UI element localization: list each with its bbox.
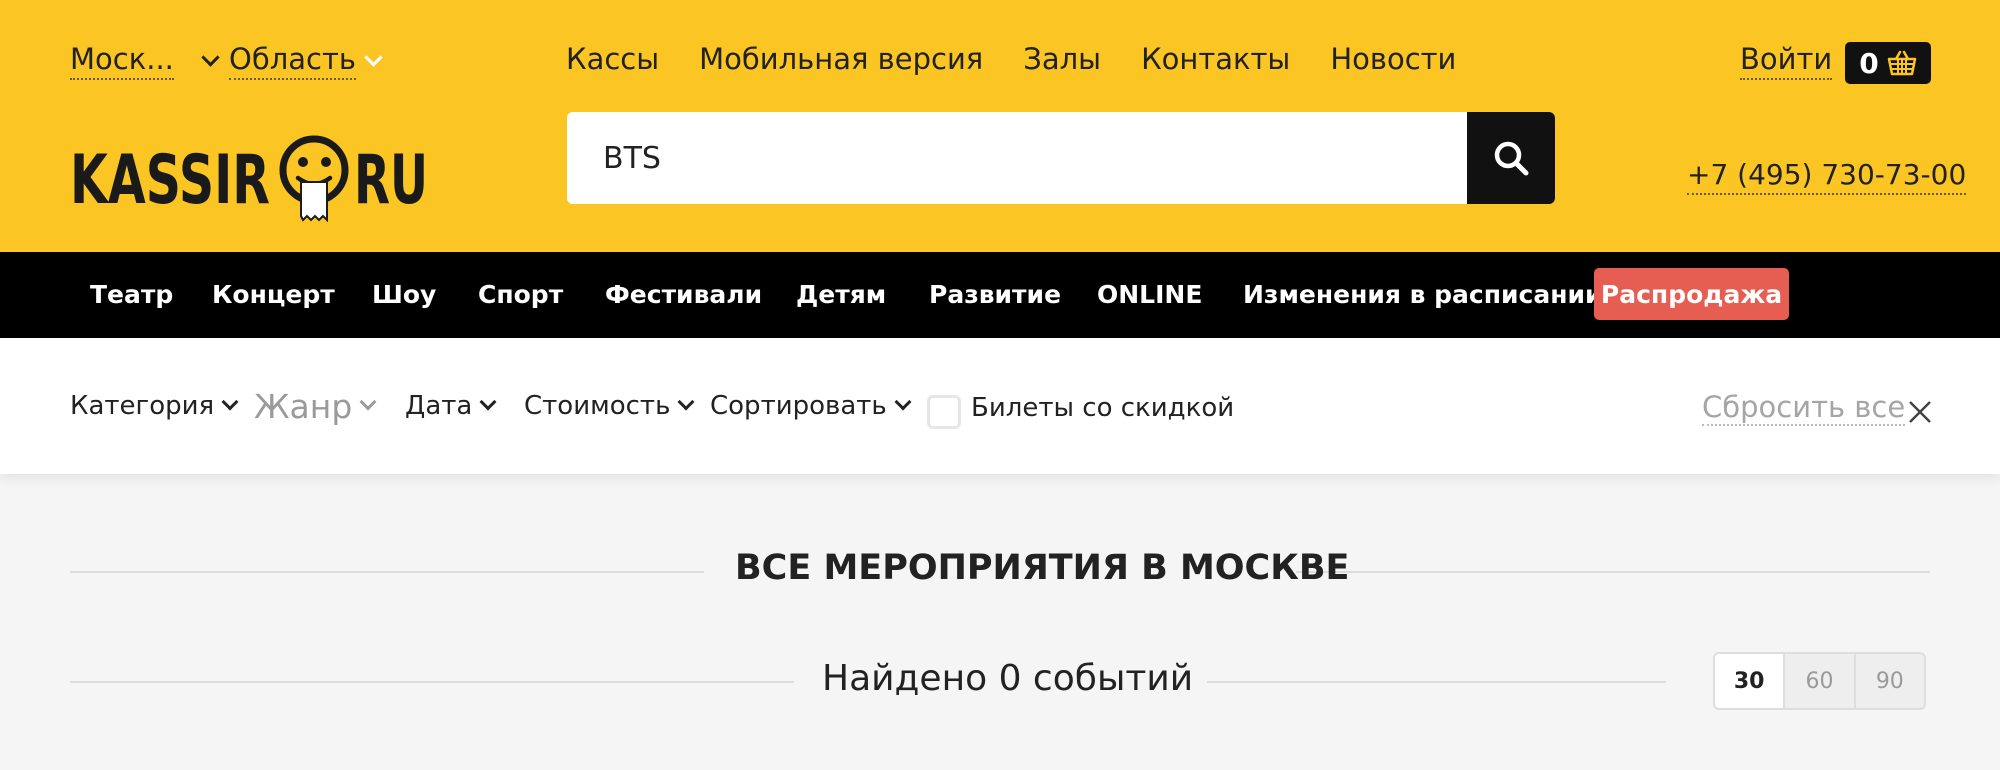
category-concert[interactable]: Концерт <box>212 252 335 338</box>
login-link[interactable]: Войти <box>1740 42 1833 80</box>
filter-category-label: Категория <box>70 391 215 421</box>
sale-button[interactable]: Распродажа <box>1594 268 1789 320</box>
logo-text-right: RU <box>354 141 428 220</box>
filter-date-label: Дата <box>405 391 473 421</box>
reset-filters-link[interactable]: Сбросить все <box>1702 390 1906 426</box>
per-page-selector: 30 60 90 <box>1713 652 1926 710</box>
filter-price[interactable]: Стоимость <box>524 338 695 474</box>
top-nav-link-kassy[interactable]: Кассы <box>566 42 659 76</box>
top-nav-link-mobile[interactable]: Мобильная версия <box>699 42 983 76</box>
cart-button[interactable]: 0 <box>1845 42 1931 84</box>
chevron-down-icon[interactable] <box>364 47 383 67</box>
per-page-option-90[interactable]: 90 <box>1853 654 1924 708</box>
filter-category[interactable]: Категория <box>70 338 239 474</box>
basket-icon <box>1887 50 1916 76</box>
chevron-down-icon <box>479 393 497 411</box>
region-label[interactable]: Область <box>229 42 356 80</box>
filter-sort-label: Сортировать <box>710 391 887 421</box>
city-label[interactable]: Моск... <box>70 42 174 80</box>
close-icon[interactable] <box>1906 398 1934 426</box>
filter-genre[interactable]: Жанр <box>254 338 377 474</box>
category-sport[interactable]: Спорт <box>478 252 563 338</box>
top-nav-link-contacts[interactable]: Контакты <box>1141 42 1290 76</box>
divider <box>1207 681 1666 683</box>
category-theatre[interactable]: Театр <box>90 252 173 338</box>
chevron-down-icon[interactable] <box>201 47 220 67</box>
chevron-down-icon <box>359 393 377 411</box>
discount-checkbox[interactable] <box>927 395 961 429</box>
search-input[interactable] <box>567 112 1467 204</box>
category-development[interactable]: Развитие <box>929 252 1061 338</box>
divider <box>70 681 794 683</box>
filter-date[interactable]: Дата <box>405 338 497 474</box>
section-title: ВСЕ МЕРОПРИЯТИЯ В МОСКВЕ <box>735 548 1350 588</box>
search-bar <box>567 112 1555 204</box>
kassir-logo[interactable]: KASSIR RU <box>70 128 430 224</box>
smiley-icon <box>279 135 349 223</box>
chevron-down-icon <box>221 393 239 411</box>
top-nav-link-news[interactable]: Новости <box>1330 42 1456 76</box>
category-online[interactable]: ONLINE <box>1097 252 1202 338</box>
filter-genre-label: Жанр <box>254 386 353 426</box>
site-header: Моск... Область Кассы Мобильная версия З… <box>0 0 2000 252</box>
search-icon <box>1494 141 1529 176</box>
chevron-down-icon <box>894 393 912 411</box>
category-show[interactable]: Шоу <box>372 252 436 338</box>
results-count: Найдено 0 событий <box>822 658 1194 699</box>
filter-sort[interactable]: Сортировать <box>710 338 912 474</box>
region-selector[interactable]: Область <box>229 42 383 80</box>
per-page-option-30[interactable]: 30 <box>1715 654 1784 708</box>
filter-price-label: Стоимость <box>524 391 671 421</box>
top-nav-link-halls[interactable]: Залы <box>1023 42 1101 76</box>
logo-text-left: KASSIR <box>70 141 270 220</box>
city-selector[interactable]: Моск... <box>70 42 220 80</box>
divider <box>1296 571 1930 573</box>
phone-link[interactable]: +7 (495) 730-73-00 <box>1687 158 1967 195</box>
chevron-down-icon <box>677 393 695 411</box>
search-button[interactable] <box>1467 112 1555 204</box>
category-festivals[interactable]: Фестивали <box>605 252 762 338</box>
discount-checkbox-label[interactable]: Билеты со скидкой <box>971 393 1234 423</box>
category-schedule-changes[interactable]: Изменения в расписании <box>1243 252 1603 338</box>
per-page-option-60[interactable]: 60 <box>1783 654 1853 708</box>
cart-count: 0 <box>1859 46 1879 80</box>
category-kids[interactable]: Детям <box>796 252 886 338</box>
top-nav: Кассы Мобильная версия Залы Контакты Нов… <box>566 42 1496 76</box>
divider <box>70 571 704 573</box>
logo-graphic: KASSIR RU <box>70 135 428 223</box>
